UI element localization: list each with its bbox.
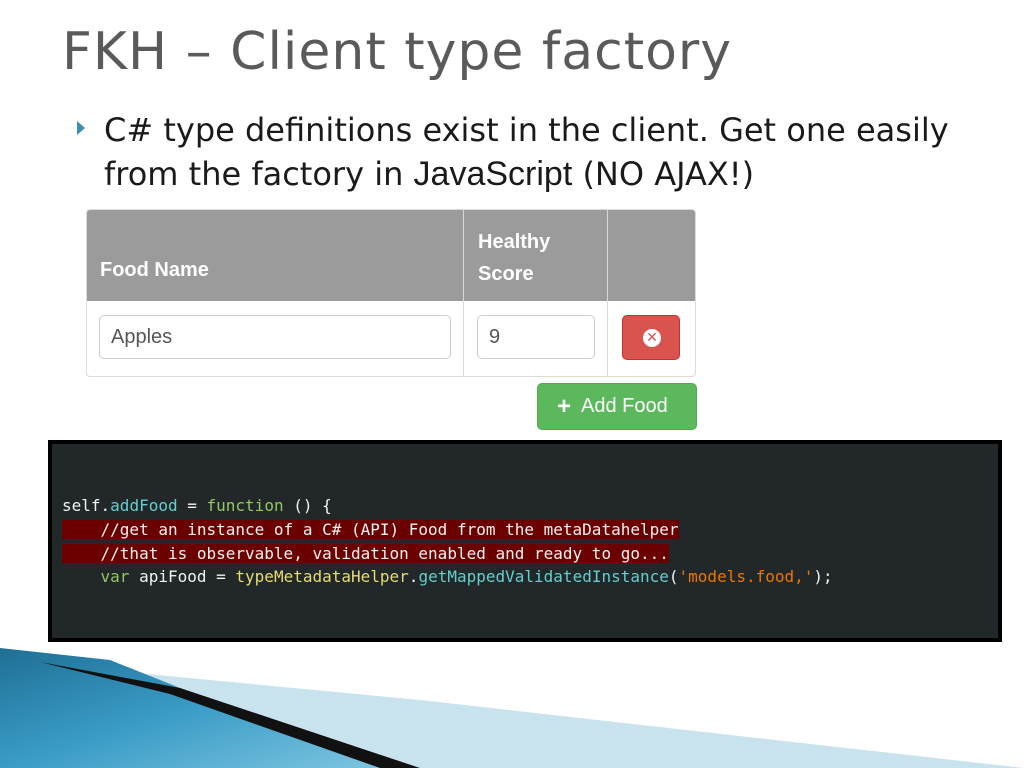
column-header-healthy-line: Healthy [478, 231, 551, 253]
code-token: getMappedValidatedInstance [418, 567, 669, 586]
add-food-label: Add Food [581, 395, 668, 417]
bullet-text-part2: (NO AJAX!) [572, 155, 755, 193]
bullet-text: C# type definitions exist in the client.… [104, 108, 984, 196]
column-divider [607, 210, 608, 376]
column-header-healthy-score: Healthy Score [478, 226, 588, 290]
code-block: self.addFood = function () { //get an in… [48, 440, 1002, 642]
table-header: Food Name Healthy Score [87, 210, 695, 301]
code-token: . [408, 567, 419, 586]
code-token: var [100, 567, 130, 586]
plus-icon: + [557, 393, 572, 420]
bullet-arrow-icon [77, 121, 85, 135]
food-name-input[interactable]: Apples [99, 315, 451, 359]
code-token: 'models.food,' [678, 567, 814, 586]
code-line-4: var apiFood = typeMetadataHelper.getMapp… [62, 566, 833, 588]
code-comment-highlighted: //get an instance of a C# (API) Food fro… [62, 520, 679, 539]
code-token: apiFood = [129, 567, 236, 586]
healthy-score-input[interactable]: 9 [477, 315, 595, 359]
code-token: function [206, 496, 284, 515]
slide-title: FKH – Client type factory [62, 22, 733, 82]
column-header-score-line: Score [478, 263, 534, 285]
code-token: self [62, 496, 101, 515]
code-token: . [100, 496, 111, 515]
delete-food-button[interactable]: ✕ [622, 315, 680, 360]
code-line-1: self.addFood = function () { [62, 495, 332, 517]
bullet-text-javascript: JavaScript [413, 155, 573, 193]
column-header-food-name: Food Name [100, 259, 209, 281]
code-line-2: //get an instance of a C# (API) Food fro… [62, 519, 679, 541]
close-circle-icon: ✕ [643, 329, 661, 347]
food-table: Food Name Healthy Score Apples 9 ✕ [86, 209, 696, 377]
add-food-button[interactable]: + Add Food [537, 383, 697, 430]
code-token: () { [283, 496, 332, 515]
code-token: addFood [110, 496, 178, 515]
code-token: ( [668, 567, 679, 586]
code-block-inner: self.addFood = function () { //get an in… [52, 444, 998, 638]
code-token: typeMetadataHelper [235, 567, 409, 586]
code-comment-highlighted: //that is observable, validation enabled… [62, 544, 669, 563]
column-divider [463, 210, 464, 376]
code-token: = [177, 496, 207, 515]
slide-decoration [0, 648, 1024, 768]
code-token: ); [813, 567, 833, 586]
code-line-3: //that is observable, validation enabled… [62, 543, 669, 565]
